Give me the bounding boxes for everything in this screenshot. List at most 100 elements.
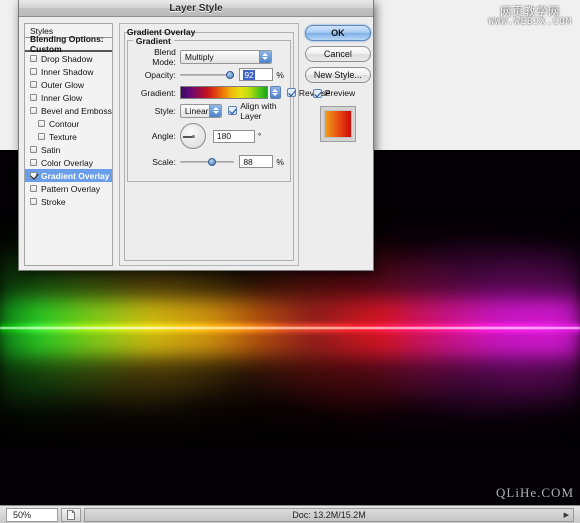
opacity-slider[interactable] bbox=[179, 68, 235, 81]
scale-slider[interactable] bbox=[179, 155, 235, 168]
checkbox-drop-shadow[interactable] bbox=[30, 55, 37, 62]
opacity-input[interactable]: 92 bbox=[239, 68, 274, 81]
gradient-style-select[interactable]: Linear bbox=[179, 103, 223, 118]
style-row-bevel-and-emboss[interactable]: Bevel and Emboss bbox=[25, 104, 112, 117]
gradient-swatch[interactable] bbox=[179, 86, 268, 99]
checkbox-stroke[interactable] bbox=[30, 198, 37, 205]
style-row: Style: Linear Align with Layer bbox=[134, 101, 284, 121]
angle-label: Angle: bbox=[151, 131, 176, 141]
checkbox-contour[interactable] bbox=[38, 120, 45, 127]
scale-unit: % bbox=[276, 156, 284, 167]
beam-highlight bbox=[0, 326, 580, 329]
scale-slider-track bbox=[179, 161, 235, 163]
angle-dial[interactable] bbox=[179, 123, 206, 149]
opacity-row: Opacity: 92 % bbox=[134, 68, 284, 81]
blend-mode-value: Multiply bbox=[184, 51, 214, 62]
checkbox-inner-shadow[interactable] bbox=[30, 68, 37, 75]
gradient-overlay-settings-panel: Gradient Overlay Gradient Blend Mode: Mu… bbox=[118, 23, 331, 266]
chevron-updown-icon bbox=[258, 50, 271, 63]
style-label: Gradient Overlay bbox=[41, 170, 110, 181]
scale-row: Scale: 88 % bbox=[134, 155, 284, 168]
doc-size-text: Doc: 13.2M/15.2M bbox=[292, 509, 366, 520]
checkbox-gradient-overlay[interactable] bbox=[30, 172, 37, 179]
style-row-pattern-overlay[interactable]: Pattern Overlay bbox=[25, 182, 112, 195]
zoom-level-input[interactable]: 50% bbox=[6, 507, 58, 522]
checkbox-inner-glow[interactable] bbox=[30, 94, 37, 101]
style-row-stroke[interactable]: Stroke bbox=[25, 195, 112, 208]
opacity-slider-knob[interactable] bbox=[225, 71, 234, 79]
style-label: Inner Glow bbox=[41, 92, 83, 103]
document-icon[interactable] bbox=[61, 507, 81, 522]
checkbox-texture[interactable] bbox=[38, 133, 45, 140]
checkbox-color-overlay[interactable] bbox=[30, 159, 37, 166]
checkbox-outer-glow[interactable] bbox=[30, 81, 37, 88]
status-bar: 50% Doc: 13.2M/15.2M ▶ bbox=[0, 505, 580, 523]
watermark-bottom: QLiHe.COM bbox=[496, 485, 574, 500]
chevron-updown-icon bbox=[209, 104, 222, 117]
blend-mode-label: Blend Mode: bbox=[152, 46, 176, 67]
new-style-button[interactable]: New Style... bbox=[304, 67, 371, 83]
document-size-info[interactable]: Doc: 13.2M/15.2M ▶ bbox=[84, 507, 574, 522]
dialog-titlebar[interactable]: Layer Style bbox=[19, 0, 373, 17]
angle-unit: ° bbox=[257, 131, 262, 141]
angle-value: 180 bbox=[216, 131, 232, 141]
style-label: Color Overlay bbox=[41, 157, 93, 168]
layer-style-dialog: Layer Style Styles Blending Options: Cus… bbox=[18, 0, 374, 271]
preview-checkbox[interactable] bbox=[312, 88, 322, 98]
style-label: Outer Glow bbox=[41, 79, 84, 90]
gradient-picker-button[interactable] bbox=[269, 86, 281, 99]
style-row-outer-glow[interactable]: Outer Glow bbox=[25, 78, 112, 91]
style-row-color-overlay[interactable]: Color Overlay bbox=[25, 156, 112, 169]
opacity-unit: % bbox=[276, 69, 284, 80]
style-row-inner-glow[interactable]: Inner Glow bbox=[25, 91, 112, 104]
style-row-texture[interactable]: Texture bbox=[25, 130, 112, 143]
style-row-inner-shadow[interactable]: Inner Shadow bbox=[25, 65, 112, 78]
angle-row: Angle: 180 ° bbox=[134, 122, 284, 150]
watermark-top: 网页教学网 WWW.WEBJX.COM bbox=[488, 5, 572, 28]
style-label: Pattern Overlay bbox=[41, 183, 101, 194]
angle-input[interactable]: 180 bbox=[212, 129, 255, 143]
gradient-group: Gradient Blend Mode: Multiply Opacity: 9… bbox=[126, 36, 331, 182]
blend-mode-row: Blend Mode: Multiply bbox=[134, 47, 284, 67]
style-label: Bevel and Emboss bbox=[41, 105, 112, 116]
style-label: Drop Shadow bbox=[41, 53, 93, 64]
checkbox-pattern-overlay[interactable] bbox=[30, 185, 37, 192]
blending-options-label: Blending Options: Custom bbox=[30, 34, 104, 54]
scale-label: Scale: bbox=[152, 156, 176, 167]
style-preview-thumbnail bbox=[319, 106, 356, 142]
style-label: Contour bbox=[49, 118, 80, 129]
ok-button[interactable]: OK bbox=[304, 25, 371, 41]
opacity-label: Opacity: bbox=[144, 69, 176, 80]
align-with-layer-checkbox[interactable] bbox=[228, 106, 238, 115]
align-with-layer-label: Align with Layer bbox=[240, 100, 277, 121]
preview-row: Preview bbox=[312, 88, 371, 98]
gradient-style-value: Linear bbox=[184, 105, 209, 116]
styles-list-panel: Styles Blending Options: Custom Drop Sha… bbox=[24, 23, 113, 266]
cancel-button[interactable]: Cancel bbox=[304, 46, 371, 62]
style-row-contour[interactable]: Contour bbox=[25, 117, 112, 130]
gradient-label: Gradient: bbox=[140, 87, 176, 98]
style-label: Texture bbox=[49, 131, 77, 142]
watermark-top-url: WWW.WEBJX.COM bbox=[488, 17, 572, 28]
blending-options-row[interactable]: Blending Options: Custom bbox=[25, 34, 112, 54]
scale-slider-knob[interactable] bbox=[208, 158, 217, 166]
document-glyph bbox=[67, 509, 75, 520]
style-label: Inner Shadow bbox=[41, 66, 94, 77]
gradient-row: Gradient: Reverse bbox=[134, 86, 331, 99]
opacity-value: 92 bbox=[243, 69, 255, 80]
dialog-title: Layer Style bbox=[169, 2, 223, 14]
style-row-satin[interactable]: Satin bbox=[25, 143, 112, 156]
dialog-body: Styles Blending Options: Custom Drop Sha… bbox=[19, 17, 373, 271]
checkbox-bevel-and-emboss[interactable] bbox=[30, 107, 37, 114]
right-triangle-icon[interactable]: ▶ bbox=[564, 511, 569, 519]
style-label: Satin bbox=[41, 144, 61, 155]
scale-input[interactable]: 88 bbox=[239, 155, 274, 168]
angle-hub bbox=[191, 135, 195, 138]
blend-mode-select[interactable]: Multiply bbox=[179, 49, 272, 64]
style-preview-swatch bbox=[323, 110, 352, 138]
gradient-group-title: Gradient bbox=[132, 36, 174, 46]
style-row-gradient-overlay[interactable]: Gradient Overlay bbox=[25, 169, 112, 182]
dialog-buttons-column: OK Cancel New Style... Preview bbox=[304, 23, 371, 266]
checkbox-satin[interactable] bbox=[30, 146, 37, 153]
reverse-checkbox[interactable] bbox=[286, 88, 296, 97]
